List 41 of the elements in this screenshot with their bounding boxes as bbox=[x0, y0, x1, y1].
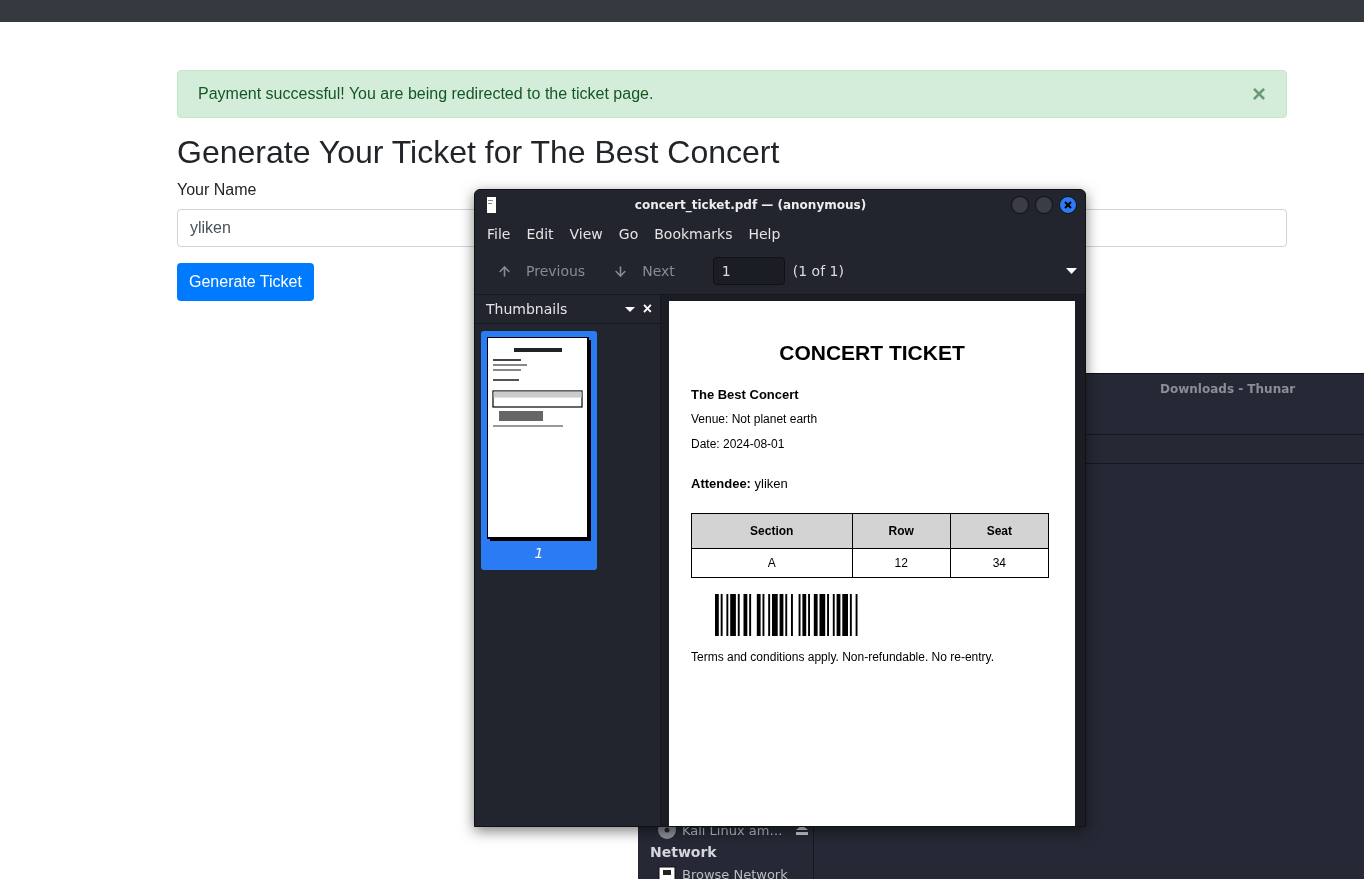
event-name: The Best Concert bbox=[691, 387, 800, 402]
generate-ticket-button[interactable]: Generate Ticket bbox=[177, 263, 314, 301]
window-title: Downloads - Thunar bbox=[1160, 382, 1296, 396]
page-number-input[interactable]: 1 bbox=[712, 257, 785, 285]
attendee-text: Attendee: yliken bbox=[691, 476, 789, 491]
window-title: concert_ticket.pdf — (anonymous) bbox=[634, 198, 867, 212]
venue-text: Venue: Not planet earth bbox=[691, 412, 819, 426]
menu-item[interactable]: File bbox=[479, 226, 519, 242]
menu-item[interactable]: Bookmarks bbox=[646, 226, 741, 242]
dropdown-icon[interactable] bbox=[1066, 268, 1077, 274]
column-header: Row bbox=[852, 513, 951, 549]
table-cell: 12 bbox=[852, 548, 951, 578]
column-header: Seat bbox=[950, 513, 1049, 549]
table-cell: A bbox=[691, 548, 853, 578]
page-heading: Generate Your Ticket for The Best Concert bbox=[177, 134, 781, 171]
date-text: Date: 2024-08-01 bbox=[691, 437, 786, 451]
arrow-down-icon bbox=[613, 263, 629, 279]
document-icon bbox=[487, 197, 496, 213]
next-button[interactable]: Next bbox=[603, 263, 685, 279]
sidebar-heading: Network bbox=[650, 844, 717, 860]
menu-item[interactable]: Help bbox=[740, 226, 789, 242]
previous-button[interactable]: Previous bbox=[487, 263, 596, 279]
close-button[interactable] bbox=[1059, 196, 1077, 214]
close-icon bbox=[1064, 201, 1072, 209]
field-label: Your Name bbox=[177, 181, 258, 199]
page-count: (1 of 1) bbox=[792, 263, 845, 279]
column-header: Section bbox=[691, 513, 853, 549]
thumbnail-label: 1 bbox=[534, 545, 544, 561]
terms-text: Terms and conditions apply. Non-refundable. No re-entry. bbox=[691, 650, 996, 664]
table-cell: 34 bbox=[950, 548, 1049, 578]
menu-item[interactable]: Edit bbox=[518, 226, 562, 242]
sidebar-item[interactable]: Browse Network bbox=[682, 866, 788, 879]
dropdown-icon[interactable] bbox=[624, 306, 635, 312]
ticket-title: CONCERT TICKET bbox=[778, 341, 966, 365]
eject-icon[interactable] bbox=[796, 825, 809, 835]
sidebar-title: Thumbnails bbox=[486, 301, 569, 317]
menu-item[interactable]: Go bbox=[610, 226, 647, 242]
menu-item[interactable]: View bbox=[561, 226, 611, 242]
alert-message: Payment successful! You are being redirected to the ticket page. bbox=[198, 85, 654, 103]
close-button[interactable]: × bbox=[642, 300, 652, 318]
thumbnail-item[interactable]: 1 bbox=[481, 331, 597, 570]
